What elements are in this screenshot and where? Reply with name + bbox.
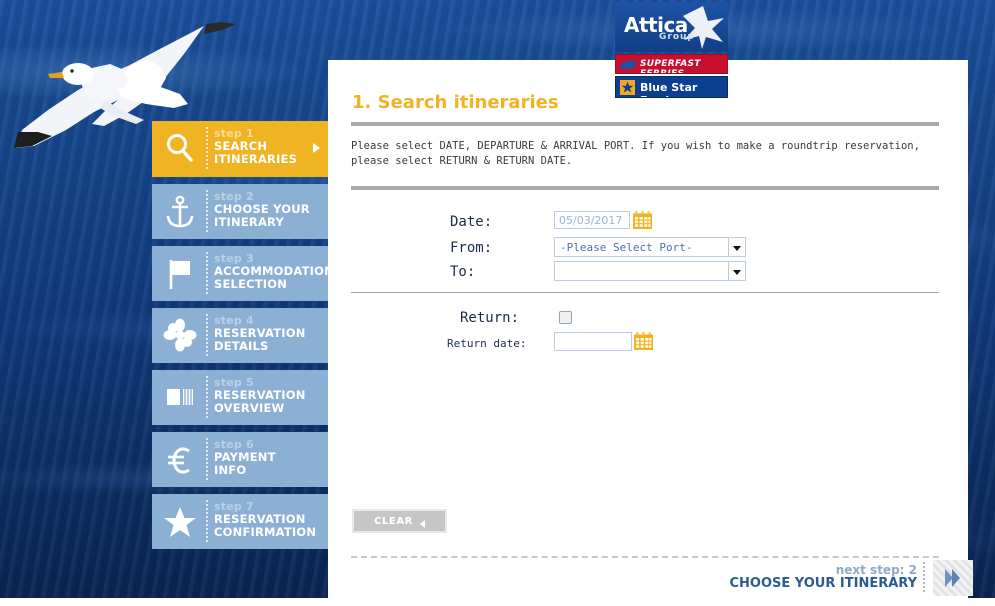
- chevron-left-icon: [420, 520, 425, 528]
- step-label-2: CONFIRMATION: [214, 525, 317, 539]
- double-chevron-right-icon: [945, 569, 960, 587]
- blue-star-icon: [621, 81, 634, 93]
- superfast-ferries-logo[interactable]: SUPERFAST FERRIES: [615, 54, 728, 74]
- superfast-ferries-label: SUPERFAST FERRIES: [640, 59, 701, 74]
- step-label-2: ITINERARY: [214, 215, 284, 229]
- steps-sidebar: step 1 SEARCH ITINERARIES step 2 CHOOSE …: [152, 121, 328, 556]
- sidebar-item-step-7[interactable]: step 7 RESERVATION CONFIRMATION: [152, 494, 328, 549]
- magnifier-icon: [167, 134, 193, 162]
- attica-group-logo[interactable]: Attica Group: [615, 2, 728, 52]
- chevron-right-icon: [313, 143, 320, 153]
- next-step-sublabel: next step: 2: [835, 563, 917, 577]
- step-divider: [206, 500, 208, 542]
- chevron-down-icon: [733, 246, 741, 251]
- footer-dashed-divider: [351, 556, 939, 558]
- step-label-2: DETAILS: [214, 339, 269, 353]
- chevron-down-icon: [733, 270, 741, 275]
- star-icon: [164, 507, 196, 537]
- step-label-2: OVERVIEW: [214, 401, 285, 415]
- clear-button[interactable]: CLEAR: [352, 509, 447, 533]
- euro-icon: [168, 447, 190, 474]
- step-divider: [206, 252, 208, 294]
- sidebar-item-step-4[interactable]: step 4 RESERVATION DETAILS: [152, 308, 328, 363]
- step-label-2: SELECTION: [214, 277, 288, 291]
- attica-group-sub: Group: [659, 32, 695, 42]
- step-divider: [206, 314, 208, 356]
- ticket-icon: [167, 389, 193, 405]
- superfast-swoosh-icon: [619, 61, 638, 69]
- step-divider: [206, 190, 208, 232]
- return-checkbox[interactable]: [559, 311, 572, 324]
- page-bottom-white: [0, 598, 995, 606]
- return-date-label: Return date:: [447, 337, 527, 350]
- clear-button-label: CLEAR: [374, 516, 413, 527]
- step-divider: [206, 438, 208, 480]
- next-step-label: CHOOSE YOUR ITINERARY: [729, 576, 917, 591]
- sidebar-item-step-2[interactable]: step 2 CHOOSE YOUR ITINERARY: [152, 184, 328, 239]
- date-input[interactable]: 05/03/2017: [554, 211, 630, 229]
- step-divider: [206, 376, 208, 418]
- instructions-line-1: Please select DATE, DEPARTURE & ARRIVAL …: [351, 140, 920, 152]
- calendar-icon[interactable]: [633, 211, 652, 229]
- sidebar-item-step-1[interactable]: step 1 SEARCH ITINERARIES: [152, 121, 328, 177]
- to-label: To:: [450, 264, 476, 280]
- from-label: From:: [450, 240, 493, 256]
- sidebar-item-step-6[interactable]: step 6 PAYMENT INFO: [152, 432, 328, 487]
- sidebar-item-step-3[interactable]: step 3 ACCOMMODATION SELECTION: [152, 246, 328, 301]
- from-port-dropdown-button[interactable]: [728, 238, 745, 256]
- anchor-icon: [166, 195, 194, 228]
- divider-return: [351, 292, 939, 293]
- return-label: Return:: [460, 310, 520, 326]
- return-date-input[interactable]: [554, 332, 632, 351]
- page-title: 1. Search itineraries: [352, 92, 559, 113]
- divider-mid: [351, 186, 939, 190]
- brand-logos: Attica Group SUPERFAST FERRIES Blue Star…: [615, 2, 728, 98]
- next-step-button[interactable]: [933, 560, 973, 596]
- step-label-2: ITINERARIES: [214, 152, 298, 166]
- to-port-dropdown-button[interactable]: [728, 262, 745, 280]
- sidebar-item-step-5[interactable]: step 5 RESERVATION OVERVIEW: [152, 370, 328, 425]
- instructions-line-2: please select RETURN & RETURN DATE.: [351, 155, 573, 167]
- footer-dot-divider: [923, 562, 925, 592]
- blue-star-ferries-label: Blue Star Ferries: [640, 81, 698, 97]
- flower-icon: [163, 318, 197, 352]
- calendar-icon[interactable]: [634, 332, 653, 350]
- step-divider: [206, 127, 208, 169]
- step-label-2: INFO: [214, 463, 247, 477]
- date-label: Date:: [450, 214, 493, 230]
- divider-top: [351, 122, 939, 126]
- flag-icon: [169, 260, 190, 289]
- blue-star-ferries-logo[interactable]: Blue Star Ferries: [615, 76, 728, 98]
- instructions-text: Please select DATE, DEPARTURE & ARRIVAL …: [351, 139, 941, 169]
- from-port-select[interactable]: -Please Select Port-: [554, 237, 746, 257]
- to-port-select[interactable]: [554, 261, 746, 281]
- from-port-value: -Please Select Port-: [560, 241, 693, 254]
